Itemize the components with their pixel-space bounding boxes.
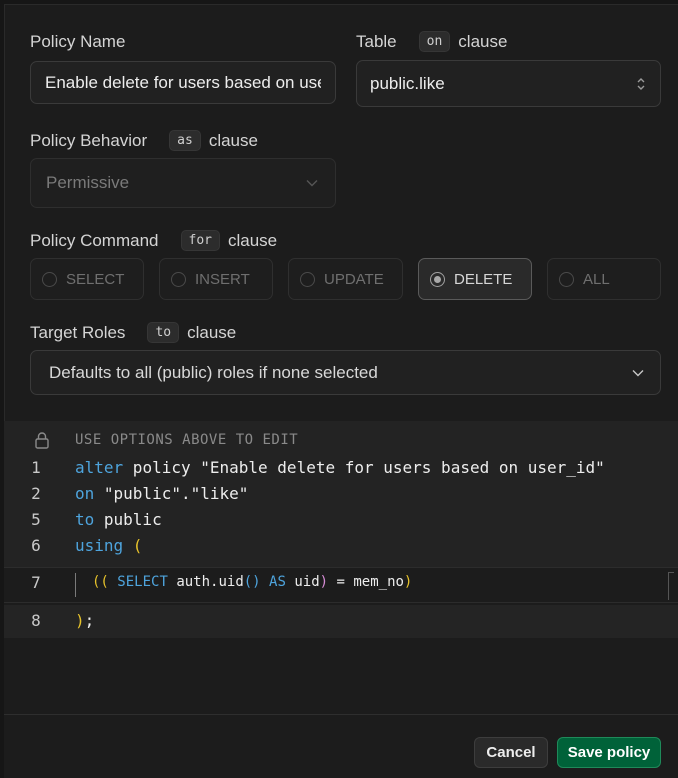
editor-lock-hint: USE OPTIONS ABOVE TO EDIT — [75, 432, 299, 448]
policy-behavior-value: Permissive — [46, 173, 130, 192]
sql-paren: ) — [403, 574, 413, 590]
sql-text: uid — [285, 574, 320, 590]
panel-footer: Cancel Save policy — [4, 714, 678, 778]
target-roles-label-text: Target Roles — [30, 322, 126, 342]
target-roles-select[interactable]: Defaults to all (public) roles if none s… — [30, 350, 661, 395]
line-number: 5 — [31, 510, 41, 529]
radio-icon — [171, 271, 186, 287]
policy-name-label: Policy Name — [30, 32, 125, 52]
policy-command-label-text: Policy Command — [30, 230, 159, 250]
target-roles-label: Target Roles to clause — [30, 322, 236, 343]
command-option-label: DELETE — [454, 270, 513, 288]
sql-paren: () — [243, 574, 261, 590]
lock-icon — [34, 431, 50, 454]
clause-text: clause — [227, 230, 278, 250]
sql-keyword: alter — [75, 458, 124, 477]
radio-selected-icon — [430, 271, 445, 287]
policy-name-field[interactable] — [30, 61, 336, 104]
target-roles-placeholder: Defaults to all (public) roles if none s… — [49, 362, 378, 382]
sql-keyword: SELECT — [117, 574, 168, 590]
sql-editor[interactable]: USE OPTIONS ABOVE TO EDIT 1 alter policy… — [4, 421, 678, 714]
sql-paren: ) — [319, 574, 329, 590]
sql-keyword: to — [75, 510, 95, 529]
code-line-2: on "public"."like" — [75, 484, 248, 503]
as-clause-chip: as — [169, 130, 201, 151]
to-clause-chip: to — [147, 322, 180, 343]
clause-text: clause — [208, 130, 258, 150]
sql-text: public — [94, 510, 162, 529]
chevron-down-icon — [306, 179, 318, 187]
sql-paren: (( — [92, 574, 109, 590]
for-clause-chip: for — [180, 230, 220, 251]
line-number: 6 — [31, 536, 41, 555]
sql-text: = mem_no — [328, 574, 404, 590]
code-line-6: using ( — [75, 536, 142, 555]
command-option-delete[interactable]: DELETE — [418, 258, 532, 300]
on-clause-chip: on — [418, 31, 451, 52]
sql-keyword: on — [75, 484, 95, 503]
command-option-select[interactable]: SELECT — [30, 258, 144, 300]
sql-text: ; — [84, 611, 95, 630]
chevrons-up-down-icon — [636, 76, 646, 92]
command-option-all[interactable]: ALL — [547, 258, 661, 300]
line-number: 2 — [31, 484, 41, 503]
code-line-7: (( SELECT auth.uid() AS uid) = mem_no) — [92, 574, 412, 590]
cancel-button[interactable]: Cancel — [474, 737, 548, 768]
command-option-label: ALL — [583, 270, 610, 288]
table-select-value: public.like — [370, 73, 445, 93]
sql-text: policy "Enable delete for users based on… — [123, 458, 605, 477]
sql-paren: ( — [123, 536, 143, 555]
policy-command-label: Policy Command for clause — [30, 230, 277, 251]
radio-icon — [559, 271, 574, 287]
sql-text: "public"."like" — [94, 484, 249, 503]
command-option-label: INSERT — [195, 270, 250, 288]
line-number: 8 — [31, 611, 41, 630]
save-policy-button[interactable]: Save policy — [557, 737, 661, 768]
radio-icon — [300, 271, 315, 287]
chevron-down-icon — [632, 369, 644, 377]
sql-paren: ) — [75, 611, 85, 630]
clause-text: clause — [187, 322, 237, 342]
line-number: 1 — [31, 458, 41, 477]
policy-behavior-label-text: Policy Behavior — [30, 130, 148, 150]
sql-function: auth.uid — [176, 574, 244, 590]
command-option-label: UPDATE — [324, 270, 384, 288]
policy-behavior-select[interactable]: Permissive — [30, 158, 336, 208]
cursor-indent-guide — [75, 573, 76, 597]
table-label: Table on clause — [356, 31, 507, 52]
clause-text: clause — [458, 31, 508, 51]
code-line-5: to public — [75, 510, 162, 529]
sql-keyword: using — [75, 536, 124, 555]
table-select[interactable]: public.like — [356, 60, 661, 107]
command-option-insert[interactable]: INSERT — [159, 258, 273, 300]
locked-code-region-end — [4, 605, 678, 638]
policy-name-label-text: Policy Name — [30, 32, 126, 51]
radio-icon — [42, 271, 57, 287]
line-number: 7 — [31, 573, 41, 592]
policy-behavior-label: Policy Behavior as clause — [30, 130, 258, 151]
code-line-8: ); — [75, 611, 94, 630]
command-option-label: SELECT — [66, 270, 125, 288]
sql-keyword: AS — [269, 574, 286, 590]
code-line-1: alter policy "Enable delete for users ba… — [75, 458, 605, 477]
policy-name-input[interactable] — [45, 72, 321, 93]
scrollbar-corner[interactable] — [668, 572, 674, 600]
command-option-update[interactable]: UPDATE — [288, 258, 403, 300]
table-label-text: Table — [356, 31, 397, 51]
